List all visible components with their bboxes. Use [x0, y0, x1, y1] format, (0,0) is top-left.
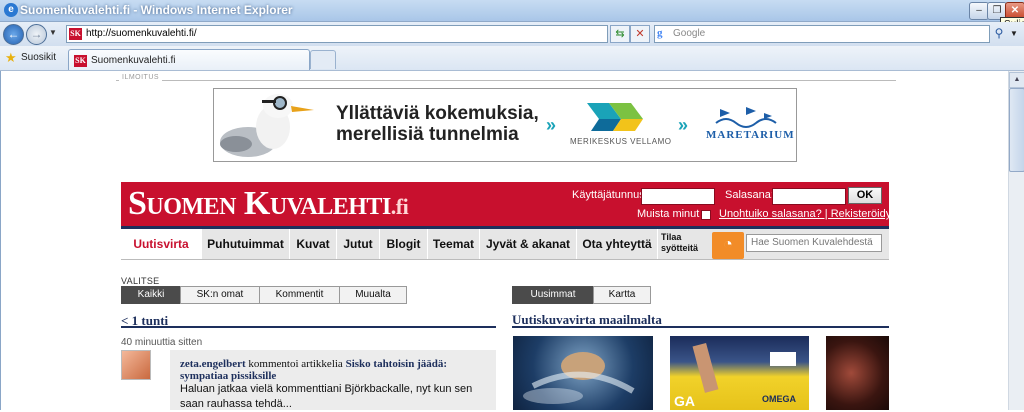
feed-section-divider — [121, 326, 496, 328]
filter-label: VALITSE — [121, 276, 160, 286]
remember-me-checkbox[interactable] — [701, 210, 711, 220]
avatar[interactable] — [121, 350, 151, 380]
feed-item-excerpt: Haluan jatkaa vielä kommenttiani Björkba… — [180, 383, 473, 410]
ad-banner[interactable]: Yllättäviä kokemuksia, merellisiä tunnel… — [213, 88, 797, 162]
seagull-image — [220, 94, 314, 157]
favorites-button[interactable]: Suosikit — [21, 52, 56, 63]
news-photo-crowd[interactable] — [826, 336, 889, 410]
ad-arrow-icon: » — [678, 115, 689, 135]
nav-item-jyvat-akanat[interactable]: Jyvät & akanat — [480, 229, 577, 259]
password-input[interactable] — [772, 188, 846, 205]
logo-suffix: .fi — [390, 194, 409, 219]
scrollbar-thumb[interactable] — [1009, 88, 1024, 172]
filter-sk-omat[interactable]: SK:n omat — [180, 286, 260, 304]
site-header: Suomen Kuvalehti.fi Käyttäjätunnus: Sala… — [121, 182, 893, 226]
stop-button[interactable]: ✕ — [630, 25, 650, 43]
forgot-password-link[interactable]: Unohtuiko salasana? | Rekisteröidy. — [719, 208, 893, 220]
subscribe-line2: syötteitä — [661, 243, 699, 253]
site-logo[interactable]: Suomen Kuvalehti.fi — [128, 185, 409, 225]
news-photo-swimmer[interactable] — [513, 336, 653, 410]
maretarium-label: MARETARIUM — [706, 129, 795, 141]
refresh-button[interactable]: ⇆ — [610, 25, 630, 43]
swimmer-image — [523, 352, 635, 404]
tab-uusimmat[interactable]: Uusimmat — [512, 286, 594, 304]
filter-kaikki[interactable]: Kaikki — [121, 286, 181, 304]
username-input[interactable] — [641, 188, 715, 205]
feed-timestamp: 40 minuuttia sitten — [121, 337, 203, 348]
nav-item-uutisvirta[interactable]: Uutisvirta — [121, 229, 202, 259]
browser-tab[interactable]: SK Suomenkuvalehti.fi — [68, 49, 310, 70]
site-search-input[interactable]: Hae Suomen Kuvalehdestä — [746, 234, 882, 252]
site-search-placeholder: Hae Suomen Kuvalehdestä — [751, 237, 873, 248]
feed-item-headline: zeta.engelbert kommentoi artikkelia Sisk… — [180, 358, 490, 382]
ad-headline-line2: merellisiä tunnelmia — [336, 124, 519, 145]
window-titlebar: e Suomenkuvalehti.fi - Windows Internet … — [0, 0, 1024, 22]
username-label: Käyttäjätunnus: — [572, 189, 648, 201]
address-url: http://suomenkuvalehti.fi/ — [86, 28, 197, 39]
vellamo-label: MERIKESKUS VELLAMO — [570, 137, 672, 146]
login-ok-button[interactable]: OK — [848, 187, 882, 204]
ad-label: ILMOITUS — [119, 74, 163, 81]
ad-divider — [116, 80, 896, 81]
logo-main: Suomen Kuvalehti — [128, 185, 391, 222]
nav-item-kuvat[interactable]: Kuvat — [290, 229, 337, 259]
history-dropdown-icon[interactable]: ▼ — [49, 28, 57, 37]
favorites-bar: ★ Suosikit SK Suomenkuvalehti.fi — [0, 46, 1024, 71]
nav-item-jutut[interactable]: Jutut — [337, 229, 380, 259]
remember-me-label: Muista minut — [637, 208, 700, 220]
subscribe-feeds-link[interactable]: Tilaa syötteitä — [661, 232, 698, 254]
ad-arrow-icon: » — [546, 115, 557, 135]
photo-feed-divider — [512, 326, 889, 328]
feed-user-link[interactable]: zeta.engelbert — [180, 358, 246, 370]
subscribe-line1: Tilaa — [661, 232, 682, 242]
ie-logo-icon: e — [4, 3, 18, 17]
minimize-button[interactable]: – — [969, 2, 989, 20]
nav-item-teemat[interactable]: Teemat — [428, 229, 480, 259]
google-icon: g — [657, 27, 663, 39]
filter-kommentit[interactable]: Kommentit — [259, 286, 340, 304]
new-tab-button[interactable] — [310, 50, 336, 69]
site-favicon-icon: SK — [69, 28, 82, 40]
search-options-dropdown-icon[interactable]: ▼ — [1010, 29, 1018, 38]
tab-favicon-icon: SK — [74, 55, 87, 67]
scroll-up-arrow-icon[interactable]: ▲ — [1009, 72, 1024, 88]
ad-headline-line1: Yllättäviä kokemuksia, — [336, 103, 539, 124]
nav-item-puhutuimmat[interactable]: Puhutuimmat — [202, 229, 290, 259]
tab-title: Suomenkuvalehti.fi — [91, 55, 176, 66]
nav-item-ota-yhteytta[interactable]: Ota yhteyttä — [577, 229, 658, 259]
address-toolbar: ← → ▼ SK http://suomenkuvalehti.fi/ ▼ ⇆ … — [0, 22, 1024, 46]
search-icon[interactable]: ⚲ — [990, 25, 1008, 41]
feed-action: kommentoi artikkelia — [245, 358, 346, 370]
news-photo-athlete[interactable]: GA OMEGA — [670, 336, 809, 410]
forward-button[interactable]: → — [26, 24, 47, 45]
list-item: zeta.engelbert kommentoi artikkelia Sisk… — [170, 350, 496, 410]
nav-item-blogit[interactable]: Blogit — [380, 229, 428, 259]
back-button[interactable]: ← — [3, 24, 24, 45]
filter-muualta[interactable]: Muualta — [339, 286, 407, 304]
browser-search-input[interactable]: g Google — [654, 25, 990, 43]
address-bar[interactable]: SK http://suomenkuvalehti.fi/ ▼ — [66, 25, 672, 43]
browser-search-placeholder: Google — [673, 28, 706, 39]
password-label: Salasana: — [725, 189, 774, 201]
maretarium-logo — [715, 107, 777, 128]
favorites-star-icon[interactable]: ★ — [5, 50, 17, 66]
svg-text:OMEGA: OMEGA — [762, 394, 797, 404]
tab-kartta[interactable]: Kartta — [593, 286, 651, 304]
svg-text:GA: GA — [674, 393, 695, 409]
rss-feed-icon[interactable]: ◔ — [712, 232, 744, 259]
athlete-image: GA OMEGA — [674, 342, 797, 409]
main-nav: Uutisvirta Puhutuimmat Kuvat Jutut Blogi… — [121, 229, 889, 260]
window-title: Suomenkuvalehti.fi - Windows Internet Ex… — [20, 3, 293, 17]
ad-headline: Yllättäviä kokemuksia, merellisiä tunnel… — [336, 103, 539, 145]
